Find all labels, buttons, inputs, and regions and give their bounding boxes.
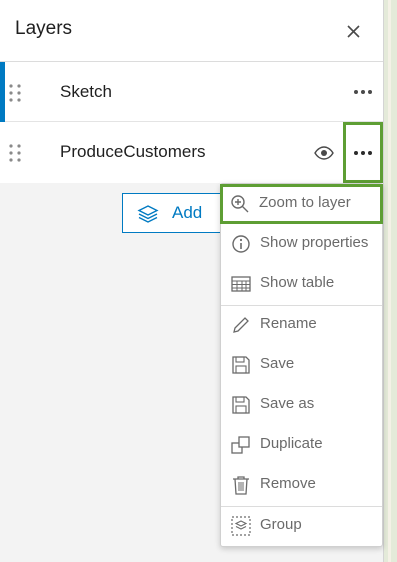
drag-handle-icon[interactable] [8,83,22,103]
menu-item-label: Save [260,355,295,372]
menu-item-save[interactable]: Save [221,345,382,385]
menu-item-remove[interactable]: Remove [221,465,382,505]
layers-add-icon [137,204,159,229]
menu-item-label: Group [260,516,302,533]
add-layer-label: Add [172,203,203,222]
duplicate-icon [231,435,251,455]
zoom-in-icon [230,194,250,214]
save-icon [231,355,251,375]
layer-context-menu: Zoom to layer Show properties Show table [220,183,383,547]
menu-item-label: Show table [260,274,335,291]
more-options-icon [354,150,372,155]
menu-item-label: Zoom to layer [259,194,351,211]
panel-header: Layers [0,0,383,62]
layer-row-sketch[interactable]: Sketch [0,62,383,122]
menu-item-group[interactable]: Group [221,506,382,546]
menu-item-save-as[interactable]: Save as [221,385,382,425]
menu-item-label: Remove [260,475,316,492]
pencil-icon [231,315,251,335]
info-icon [231,234,251,254]
drag-handle-icon[interactable] [8,143,22,163]
layer-row-producecustomers[interactable]: ProduceCustomers [0,122,383,183]
group-icon [231,516,251,536]
visibility-toggle-button[interactable] [311,141,337,165]
trash-icon [231,475,251,495]
menu-item-label: Show properties [260,234,369,251]
map-road [388,0,391,562]
table-icon [231,274,251,294]
menu-item-duplicate[interactable]: Duplicate [221,425,382,465]
panel-title: Layers [15,18,73,39]
layer-name-sketch: Sketch [60,82,112,101]
layer-name-producecustomers: ProduceCustomers [60,142,206,161]
close-button[interactable] [340,18,366,44]
menu-item-label: Duplicate [260,435,323,452]
more-options-icon [354,90,372,94]
menu-item-label: Save as [260,395,315,412]
layer-options-button-producecustomers[interactable] [343,122,383,183]
eye-icon [314,146,334,160]
menu-item-label: Rename [260,315,317,332]
close-icon [346,24,360,38]
layer-options-button-sketch[interactable] [346,75,380,109]
map-view[interactable] [383,0,397,562]
menu-item-show-table[interactable]: Show table [221,264,382,304]
menu-item-show-properties[interactable]: Show properties [221,224,382,264]
menu-item-rename[interactable]: Rename [221,305,382,345]
add-layer-button[interactable]: Add [122,193,222,233]
menu-item-zoom-to-layer[interactable]: Zoom to layer [220,184,383,224]
save-as-icon [231,395,251,415]
active-layer-indicator [0,62,5,122]
